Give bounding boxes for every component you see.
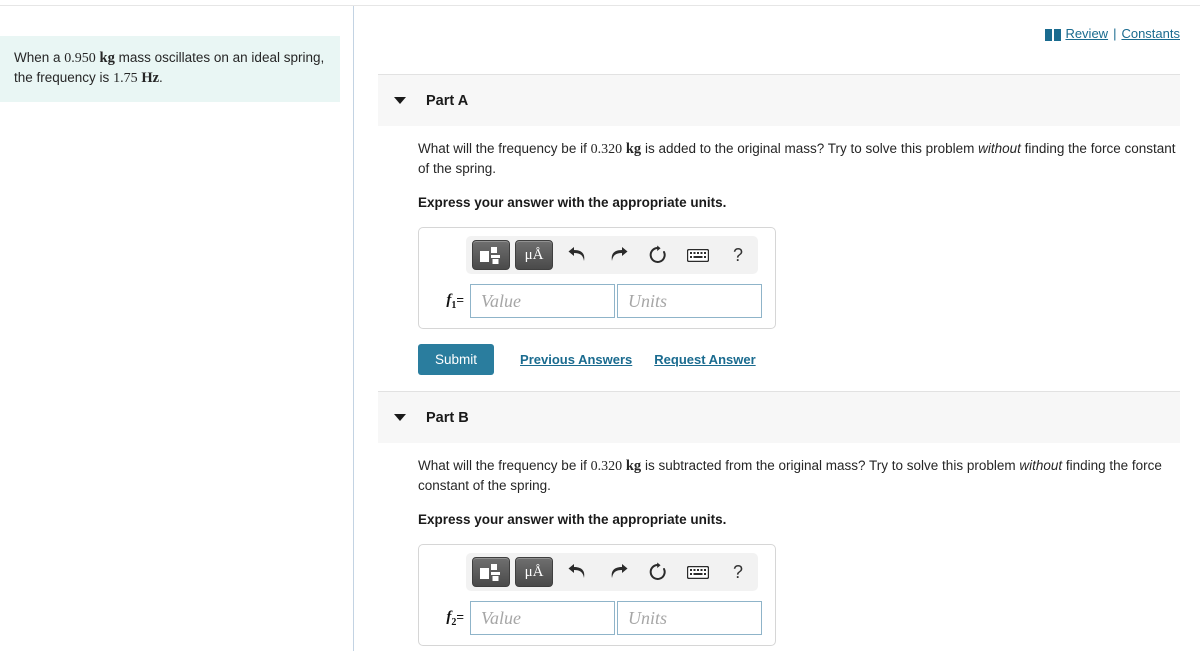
part-a-answer-box: μÅ ? f1= Value Units	[418, 227, 776, 329]
part-b-header[interactable]: Part B	[378, 391, 1180, 443]
part-a-body: What will the frequency be if 0.320 kg i…	[418, 139, 1188, 375]
problem-page: When a 0.950 kg mass oscillates on an id…	[0, 0, 1200, 651]
problem-statement-pane: When a 0.950 kg mass oscillates on an id…	[0, 6, 353, 651]
part-a-instruction: Express your answer with the appropriate…	[418, 195, 727, 210]
units-button-label: μÅ	[524, 563, 544, 580]
part-b-question-unit: kg	[625, 458, 642, 474]
part-b-toolbar: μÅ ?	[466, 553, 758, 591]
part-b-question-pre: What will the frequency be if	[418, 458, 591, 473]
part-a-input-row: f1=	[428, 284, 766, 318]
keyboard-icon[interactable]	[684, 242, 712, 268]
micro-angstrom-units-icon[interactable]: μÅ	[515, 557, 553, 587]
part-a-answer-symbol: f1=	[428, 292, 470, 311]
part-a-question-mid: is added to the original mass? Try to so…	[641, 141, 979, 156]
keyboard-icon[interactable]	[684, 559, 712, 585]
part-b-question-emphasis: without	[1019, 458, 1063, 473]
question-mark-icon[interactable]: ?	[724, 559, 752, 585]
part-a-question: What will the frequency be if 0.320 kg i…	[418, 139, 1188, 178]
part-a-toolbar: μÅ ?	[466, 236, 758, 274]
part-a-collapse-caret-icon[interactable]	[394, 97, 406, 104]
part-b-units-input[interactable]	[617, 601, 762, 635]
redo-arrow-icon[interactable]	[604, 559, 632, 585]
part-a-question-emphasis: without	[978, 141, 1021, 156]
constants-link[interactable]: Constants	[1121, 26, 1180, 41]
part-a-previous-answers-link[interactable]: Previous Answers	[520, 352, 632, 367]
part-a-question-unit: kg	[625, 141, 642, 157]
problem-text-segment-1: When a	[14, 50, 65, 65]
question-mark-icon[interactable]: ?	[724, 242, 752, 268]
link-separator: |	[1113, 26, 1117, 41]
part-b-value-input[interactable]	[470, 601, 615, 635]
part-b-body: What will the frequency be if 0.320 kg i…	[418, 456, 1188, 646]
part-b-answer-box: μÅ ? f2= Value Units	[418, 544, 776, 646]
reset-circular-arrow-icon[interactable]	[644, 559, 672, 585]
part-a-equals-sign: =	[456, 291, 464, 307]
problem-statement-text: When a 0.950 kg mass oscillates on an id…	[14, 48, 326, 88]
part-a-actions: Submit Previous Answers Request Answer	[418, 344, 1188, 375]
problem-frequency-value: 1.75	[113, 71, 138, 86]
part-b-question: What will the frequency be if 0.320 kg i…	[418, 456, 1188, 495]
review-constants-bar: Review | Constants	[1045, 26, 1180, 41]
part-a-units-input[interactable]	[617, 284, 762, 318]
problem-mass-unit: kg	[99, 50, 115, 66]
problem-frequency-unit: Hz	[141, 70, 160, 86]
part-a-title: Part A	[426, 92, 469, 109]
problem-text-segment-3: .	[159, 70, 163, 85]
math-template-icon[interactable]	[472, 557, 510, 587]
part-b-collapse-caret-icon[interactable]	[394, 414, 406, 421]
part-a-request-answer-link[interactable]: Request Answer	[654, 352, 755, 367]
redo-arrow-icon[interactable]	[604, 242, 632, 268]
part-b-equals-sign: =	[456, 608, 464, 624]
part-a-question-value: 0.320	[590, 142, 623, 157]
part-a-value-input[interactable]	[470, 284, 615, 318]
reset-circular-arrow-icon[interactable]	[644, 242, 672, 268]
part-a-submit-button[interactable]: Submit	[418, 344, 495, 375]
part-b-question-value: 0.320	[590, 459, 623, 474]
part-b-question-mid: is subtracted from the original mass? Tr…	[641, 458, 1020, 473]
micro-angstrom-units-icon[interactable]: μÅ	[515, 240, 553, 270]
review-link[interactable]: Review	[1065, 26, 1108, 41]
part-b-title: Part B	[426, 409, 469, 426]
part-b-answer-symbol: f2=	[428, 609, 470, 628]
part-a-header[interactable]: Part A	[378, 74, 1180, 126]
book-icon	[1045, 28, 1062, 41]
part-b-instruction: Express your answer with the appropriate…	[418, 512, 727, 527]
part-a-question-pre: What will the frequency be if	[418, 141, 591, 156]
problem-statement-box: When a 0.950 kg mass oscillates on an id…	[0, 36, 340, 102]
problem-mass-value: 0.950	[64, 51, 96, 66]
math-template-icon[interactable]	[472, 240, 510, 270]
part-b-input-row: f2=	[428, 601, 766, 635]
undo-arrow-icon[interactable]	[564, 242, 592, 268]
answer-pane: Review | Constants Part A What will the …	[354, 6, 1200, 651]
units-button-label: μÅ	[524, 246, 544, 263]
undo-arrow-icon[interactable]	[564, 559, 592, 585]
